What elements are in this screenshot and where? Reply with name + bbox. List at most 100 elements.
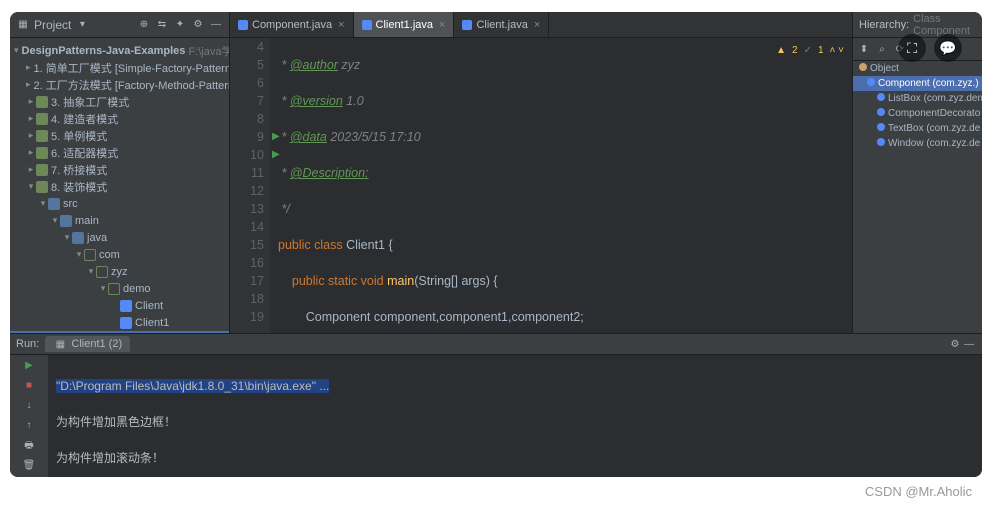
root-path: F:\java学习: [188, 43, 230, 59]
item-label: com: [99, 249, 120, 261]
folder-icon: [36, 181, 48, 193]
down-icon[interactable]: ↓: [22, 399, 36, 413]
tree-item[interactable]: ▸6. 适配器模式: [10, 144, 229, 161]
code-editor[interactable]: 45678910111213141516171819 ▶ ▶ * @author…: [230, 38, 852, 333]
hierarchy-item[interactable]: Component (com.zyz.): [853, 76, 982, 91]
class-dot-icon: [877, 93, 885, 101]
folder-icon: [72, 232, 84, 244]
tree-client[interactable]: Client: [10, 297, 229, 314]
class-dot-icon: [877, 138, 885, 146]
locate-icon[interactable]: ⊕: [137, 18, 151, 32]
class-dot-icon: [859, 63, 867, 71]
item-label: 1. 简单工厂模式 [Simple-Factory-Pattern]: [34, 60, 230, 76]
class-icon: [462, 20, 472, 30]
project-icon: ▦: [16, 18, 30, 32]
settings-icon[interactable]: ⚙: [948, 337, 962, 351]
hierarchy-object[interactable]: Object: [853, 61, 982, 76]
run-tab[interactable]: ▦Client1 (2): [45, 336, 130, 352]
chat-overlay-icon[interactable]: 💬: [934, 34, 962, 62]
print-icon[interactable]: 🖶: [22, 439, 36, 453]
hide-icon[interactable]: —: [962, 337, 976, 351]
hierarchy-item[interactable]: Window (com.zyz.de: [853, 136, 982, 151]
tree-com[interactable]: ▾com: [10, 246, 229, 263]
expand-overlay-icon[interactable]: ⛶: [898, 34, 926, 62]
folder-icon: [36, 164, 48, 176]
top-bar: ▦ Project ▾ ⊕ ⇆ ✦ ⚙ — Component.java × Cl…: [10, 12, 982, 38]
tree-item[interactable]: ▸1. 简单工厂模式 [Simple-Factory-Pattern]: [10, 59, 229, 76]
console-output[interactable]: "D:\Program Files\Java\jdk1.8.0_31\bin\j…: [48, 355, 982, 477]
stop-icon[interactable]: ■: [22, 379, 36, 393]
tab-label: Client.java: [476, 19, 527, 31]
hierarchy-item[interactable]: ListBox (com.zyz.dem: [853, 91, 982, 106]
hierarchy-subtitle: Class Component: [913, 13, 976, 37]
trash-icon[interactable]: 🗑: [22, 459, 36, 473]
hierarchy-item[interactable]: TextBox (com.zyz.de: [853, 121, 982, 136]
output-line: 为构件增加黑色边框！: [56, 413, 974, 431]
editor-tabs: Component.java × Client1.java× Client.jav…: [230, 12, 852, 37]
package-icon: [84, 249, 96, 261]
typo-icon: ✓: [804, 42, 812, 60]
tree-item[interactable]: ▸7. 桥接模式: [10, 161, 229, 178]
tree-src[interactable]: ▾src: [10, 195, 229, 212]
collapse-icon[interactable]: ⇆: [155, 18, 169, 32]
item-label: 4. 建造者模式: [51, 111, 118, 127]
folder-icon: [48, 198, 60, 210]
tree-item[interactable]: ▸2. 工厂方法模式 [Factory-Method-Pattern]: [10, 76, 229, 93]
hier-label: Window (com.zyz.de: [888, 138, 980, 149]
project-tree: ▾DesignPatterns-Java-Examples F:\java学习 …: [10, 38, 230, 333]
inspection-widget[interactable]: ▲2 ✓1 ˄ ˅: [776, 42, 844, 60]
item-label: Client1: [135, 317, 169, 329]
filter-icon[interactable]: ⌕: [875, 42, 889, 56]
line-gutter: 45678910111213141516171819: [230, 38, 270, 333]
tab-component[interactable]: Component.java ×: [230, 12, 354, 37]
hier-label: Component (com.zyz.): [878, 78, 979, 89]
class-dot-icon: [877, 108, 885, 116]
code-area[interactable]: * @author zyz * @version 1.0 * @data 202…: [270, 38, 852, 333]
root-label: DesignPatterns-Java-Examples: [22, 45, 186, 57]
project-panel-header: ▦ Project ▾ ⊕ ⇆ ✦ ⚙ —: [10, 12, 230, 37]
close-icon[interactable]: ×: [439, 19, 445, 31]
tree-item[interactable]: ▸4. 建造者模式: [10, 110, 229, 127]
class-icon: [120, 300, 132, 312]
tree-java[interactable]: ▾java: [10, 229, 229, 246]
class-dot-icon: [877, 123, 885, 131]
cmd-line: "D:\Program Files\Java\jdk1.8.0_31\bin\j…: [56, 379, 329, 393]
close-icon[interactable]: ×: [338, 19, 344, 31]
tree-item[interactable]: ▾8. 装饰模式: [10, 178, 229, 195]
up-icon[interactable]: ↑: [22, 419, 36, 433]
item-label: java: [87, 232, 107, 244]
tree-root[interactable]: ▾DesignPatterns-Java-Examples F:\java学习: [10, 42, 229, 59]
dropdown-icon[interactable]: ▾: [75, 18, 89, 32]
hierarchy-list: Object Component (com.zyz.) ListBox (com…: [853, 61, 982, 151]
hierarchy-item[interactable]: ComponentDecorato: [853, 106, 982, 121]
expand-icon[interactable]: ✦: [173, 18, 187, 32]
tab-label: Component.java: [252, 19, 332, 31]
hide-icon[interactable]: —: [209, 18, 223, 32]
tree-zyz[interactable]: ▾zyz: [10, 263, 229, 280]
warning-count: 2: [792, 42, 798, 60]
tree-item[interactable]: ▸5. 单例模式: [10, 127, 229, 144]
run-label: Run:: [16, 338, 39, 350]
tree-client1[interactable]: Client1: [10, 314, 229, 331]
tab-client1[interactable]: Client1.java×: [354, 12, 455, 37]
run-tab-label: Client1 (2): [71, 338, 122, 350]
item-label: demo: [123, 283, 151, 295]
tab-client[interactable]: Client.java ×: [454, 12, 549, 37]
item-label: src: [63, 198, 78, 210]
tree-demo[interactable]: ▾demo: [10, 280, 229, 297]
item-label: Client: [135, 300, 163, 312]
close-icon[interactable]: ×: [534, 19, 540, 31]
rerun-icon[interactable]: ▶: [22, 359, 36, 373]
folder-icon: [60, 215, 72, 227]
tree-main[interactable]: ▾main: [10, 212, 229, 229]
warning-icon: ▲: [776, 42, 786, 60]
class-icon: [362, 20, 372, 30]
chevron-icon[interactable]: ˄ ˅: [830, 42, 844, 60]
class-dot-icon: [867, 78, 875, 86]
item-label: 2. 工厂方法模式 [Factory-Method-Pattern]: [34, 77, 230, 93]
tree-icon[interactable]: ⬍: [857, 42, 871, 56]
settings-icon[interactable]: ⚙: [191, 18, 205, 32]
item-label: 5. 单例模式: [51, 128, 107, 144]
hier-label: Object: [870, 63, 899, 74]
tree-item[interactable]: ▸3. 抽象工厂模式: [10, 93, 229, 110]
